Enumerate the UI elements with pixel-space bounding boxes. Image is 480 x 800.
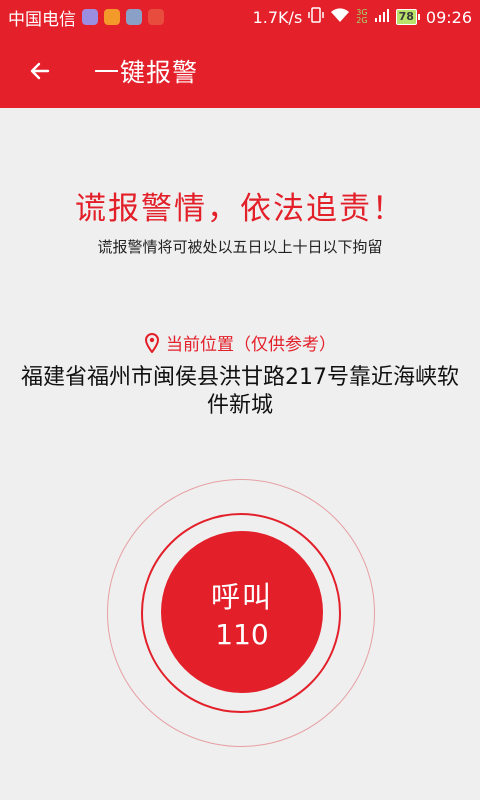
app1-notification-icon (82, 9, 98, 25)
app2-notification-icon (104, 9, 120, 25)
location-label: 当前位置（仅供参考） (0, 330, 480, 355)
carrier-name: 中国电信 (8, 9, 76, 30)
call-110-button[interactable]: 呼叫 110 (161, 531, 323, 693)
signal-icon (374, 7, 390, 27)
network-type: 3G 2G (356, 8, 368, 25)
location-pin-icon (144, 332, 160, 353)
current-address: 福建省福州市闽侯县洪甘路217号靠近海峡软件新城 (21, 365, 459, 418)
clock: 09:26 (425, 7, 472, 27)
call-label: 呼叫 (210, 579, 273, 614)
arrow-left-icon (30, 62, 50, 80)
app3-notification-icon (126, 9, 142, 25)
app4-notification-icon (148, 9, 164, 25)
warning-title: 谎报警情，依法追责！ (75, 191, 405, 227)
back-button[interactable] (20, 51, 60, 91)
wifi-icon (330, 7, 350, 27)
status-bar: 中国电信 1.7K/s 3G 2G 78 09:26 (0, 0, 480, 34)
warning-subtitle: 谎报警情将可被处以五日以上十日以下拘留 (97, 238, 383, 256)
call-number: 110 (215, 617, 269, 651)
battery-icon: 78 (395, 9, 420, 25)
app-bar: 一键报警 (0, 34, 480, 108)
vibrate-icon (308, 7, 325, 27)
network-speed: 1.7K/s (252, 7, 303, 27)
page-title: 一键报警 (94, 58, 199, 87)
location-label-text: 当前位置（仅供参考） (166, 335, 336, 355)
